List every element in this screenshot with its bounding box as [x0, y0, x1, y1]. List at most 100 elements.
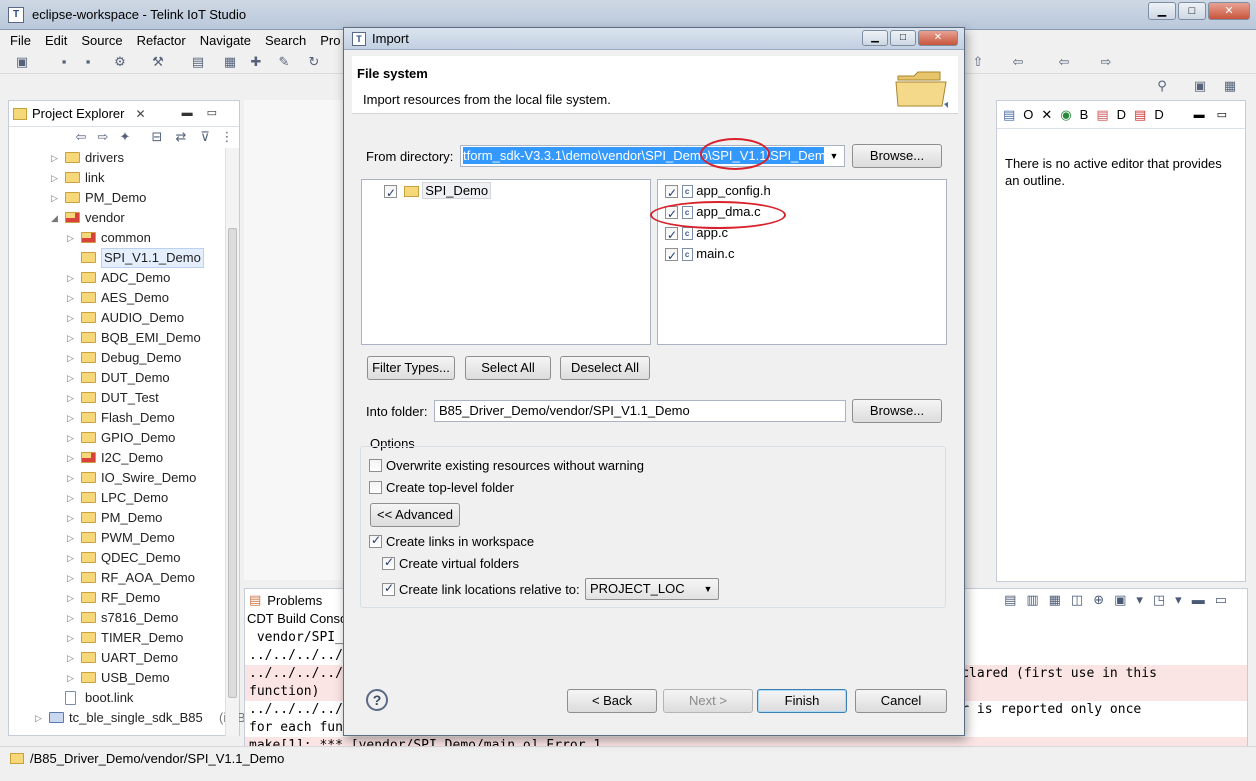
tree-item[interactable]: ▷ AES_Demo: [9, 288, 227, 308]
overwrite-checkbox[interactable]: [369, 459, 382, 472]
collapsed-arrow-icon[interactable]: ▷: [67, 648, 74, 668]
tab-build-targets[interactable]: B: [1080, 107, 1089, 122]
tab-outline[interactable]: O: [1023, 107, 1033, 122]
help-icon[interactable]: ?: [366, 689, 388, 711]
minimize-button[interactable]: ▁: [1148, 2, 1176, 20]
menu-source[interactable]: Source: [81, 33, 122, 48]
collapsed-arrow-icon[interactable]: ▷: [67, 348, 74, 368]
open-perspective-icon[interactable]: ▣: [1192, 78, 1208, 94]
next-button[interactable]: Next >: [663, 689, 753, 713]
save-icon[interactable]: ▪: [56, 54, 72, 70]
tree-item[interactable]: ▷ PM_Demo: [9, 508, 227, 528]
chevron-down-icon[interactable]: ▼: [824, 146, 844, 166]
tree-item[interactable]: ▷ UART_Demo: [9, 648, 227, 668]
minimize-maximize-icons[interactable]: ▬▭: [1194, 108, 1239, 121]
collapsed-arrow-icon[interactable]: ▷: [67, 288, 74, 308]
cancel-button[interactable]: Cancel: [855, 689, 947, 713]
folder-checkbox[interactable]: [384, 183, 397, 203]
tree-item[interactable]: ▷ Debug_Demo: [9, 348, 227, 368]
select-all-button[interactable]: Select All: [465, 356, 551, 380]
dialog-close-button[interactable]: ✕: [918, 30, 958, 46]
collapsed-arrow-icon[interactable]: ▷: [67, 408, 74, 428]
tab-d2[interactable]: D: [1154, 107, 1163, 122]
tree-item[interactable]: ▷ tc_ble_single_sdk_B85 (in B85): [9, 708, 265, 728]
tab-d1[interactable]: D: [1117, 107, 1126, 122]
file-checkbox[interactable]: [665, 246, 678, 266]
relative-checkbox[interactable]: [382, 581, 395, 596]
collapsed-arrow-icon[interactable]: ▷: [67, 328, 74, 348]
filter-icon[interactable]: ⊽: [197, 129, 213, 145]
c-perspective-icon[interactable]: ▦: [1222, 78, 1238, 94]
tree-item[interactable]: ▷ ADC_Demo: [9, 268, 227, 288]
project-explorer-tab[interactable]: Project Explorer ✕: [13, 106, 146, 121]
view-menu-icon[interactable]: ⋮: [219, 129, 235, 145]
tree-item[interactable]: ▷ DUT_Test: [9, 388, 227, 408]
links-option[interactable]: Create links in workspace: [369, 533, 534, 549]
plugin-icon[interactable]: ✚: [248, 54, 264, 70]
next-annotation-icon[interactable]: ⇦: [1010, 54, 1026, 70]
search-icon[interactable]: ⚲: [1154, 78, 1170, 94]
tree-item[interactable]: ▷ GPIO_Demo: [9, 428, 227, 448]
pin-icon[interactable]: ✎: [276, 54, 292, 70]
collapsed-arrow-icon[interactable]: ▷: [67, 528, 74, 548]
menu-navigate[interactable]: Navigate: [200, 33, 251, 48]
tree-item[interactable]: ▷ TIMER_Demo: [9, 628, 227, 648]
save-all-icon[interactable]: ▪: [80, 54, 96, 70]
file-checkbox[interactable]: [665, 183, 678, 203]
browse-into-button[interactable]: Browse...: [852, 399, 942, 423]
collapsed-arrow-icon[interactable]: ▷: [67, 668, 74, 688]
file-item[interactable]: c app_config.h: [665, 181, 771, 203]
folder-item[interactable]: SPI_Demo: [384, 181, 492, 203]
collapsed-arrow-icon[interactable]: ▷: [51, 168, 58, 188]
chevron-down-icon[interactable]: ▼: [698, 579, 718, 599]
collapsed-arrow-icon[interactable]: ▷: [67, 268, 74, 288]
from-directory-combo[interactable]: tform_sdk-V3.3.1\demo\vendor\SPI_Demo\SP…: [460, 145, 845, 167]
tree-item[interactable]: ▷ USB_Demo: [9, 668, 227, 688]
tree-item[interactable]: ▷ I2C_Demo: [9, 448, 227, 468]
folder-tree-list[interactable]: SPI_Demo: [361, 179, 651, 345]
maximize-button[interactable]: □: [1178, 2, 1206, 20]
arrange-icon[interactable]: ⇧: [970, 54, 986, 70]
binary-icon[interactable]: ▤: [190, 54, 206, 70]
collapsed-arrow-icon[interactable]: ▷: [67, 428, 74, 448]
collapsed-arrow-icon[interactable]: ▷: [67, 588, 74, 608]
new-icon[interactable]: ▣: [14, 54, 30, 70]
hammer-icon[interactable]: ⚒: [150, 54, 166, 70]
minimize-maximize-icons[interactable]: ▬▭: [182, 106, 231, 119]
tree-item[interactable]: ▷ QDEC_Demo: [9, 548, 227, 568]
expanded-arrow-icon[interactable]: ◢: [51, 208, 58, 228]
tree-item[interactable]: ▷ PWM_Demo: [9, 528, 227, 548]
menu-refactor[interactable]: Refactor: [137, 33, 186, 48]
collapse-all-icon[interactable]: ⊟: [149, 129, 165, 145]
tree-item[interactable]: ▷ RF_AOA_Demo: [9, 568, 227, 588]
overwrite-option[interactable]: Overwrite existing resources without war…: [369, 458, 644, 473]
collapsed-arrow-icon[interactable]: ▷: [51, 188, 58, 208]
menu-edit[interactable]: Edit: [45, 33, 67, 48]
explorer-scrollbar[interactable]: [225, 148, 239, 736]
collapsed-arrow-icon[interactable]: ▷: [67, 628, 74, 648]
tree-item[interactable]: ▷ IO_Swire_Demo: [9, 468, 227, 488]
collapsed-arrow-icon[interactable]: ▷: [67, 568, 74, 588]
collapsed-arrow-icon[interactable]: ▷: [67, 448, 74, 468]
tab-problems[interactable]: Problems: [267, 593, 322, 608]
dialog-minimize-button[interactable]: ▁: [862, 30, 888, 46]
up-icon[interactable]: ✦: [117, 129, 133, 145]
menu-file[interactable]: File: [10, 33, 31, 48]
back-button[interactable]: < Back: [567, 689, 657, 713]
collapsed-arrow-icon[interactable]: ▷: [67, 388, 74, 408]
file-checkbox[interactable]: [665, 225, 678, 245]
collapsed-arrow-icon[interactable]: ▷: [67, 308, 74, 328]
deselect-all-button[interactable]: Deselect All: [560, 356, 650, 380]
links-checkbox[interactable]: [369, 533, 382, 548]
build-icon[interactable]: ⚙: [112, 54, 128, 70]
scrollbar-thumb[interactable]: [228, 228, 237, 698]
forward-arrow-icon[interactable]: ⇨: [95, 129, 111, 145]
toplevel-checkbox[interactable]: [369, 481, 382, 494]
collapsed-arrow-icon[interactable]: ▷: [51, 148, 58, 168]
close-button[interactable]: ✕: [1208, 2, 1250, 20]
tree-item[interactable]: ▷ RF_Demo: [9, 588, 227, 608]
tree-item[interactable]: ▷ DUT_Demo: [9, 368, 227, 388]
console-toolbar-icons[interactable]: ▤▥▦◫⊕▣▾◳▾▬▭: [1004, 592, 1237, 608]
collapsed-arrow-icon[interactable]: ▷: [67, 548, 74, 568]
virtual-folders-checkbox[interactable]: [382, 555, 395, 570]
